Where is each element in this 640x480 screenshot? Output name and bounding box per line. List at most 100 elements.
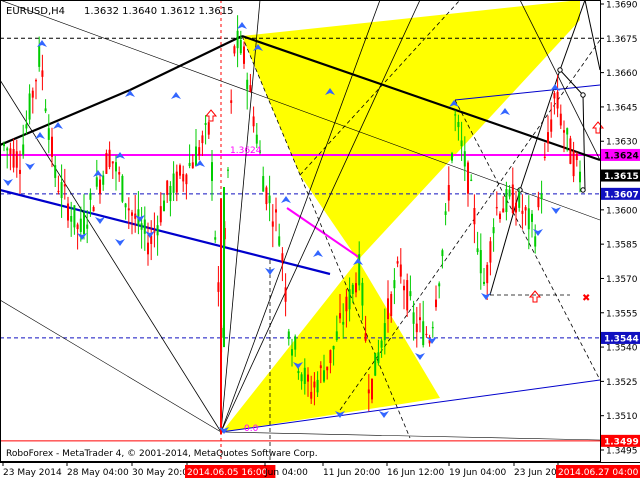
candle-body [460, 140, 463, 147]
candle-body [22, 144, 25, 155]
candle-body [51, 136, 53, 157]
candle-body [390, 294, 393, 317]
candle-body [163, 200, 165, 212]
candle-body [207, 122, 210, 135]
candle-body [566, 128, 569, 135]
candle-body [31, 90, 34, 98]
candle-body [294, 336, 297, 350]
candle-body [441, 250, 444, 257]
chart-window[interactable]: ✖ EURUSD,H4 1.3632 1.3640 1.3612 1.3615 … [0, 0, 640, 480]
candle-body [473, 208, 476, 225]
time-tick-label: 2014.06.05 16:00 [187, 468, 268, 478]
candle-body [127, 208, 130, 211]
candle-body [9, 148, 12, 155]
candle-body [44, 108, 47, 112]
candle-body [403, 285, 405, 291]
price-tick-label: 1.3540 [606, 344, 638, 354]
candle-body [73, 205, 76, 228]
candle-body [515, 202, 517, 213]
candle-body [527, 208, 530, 230]
candle-body [57, 190, 60, 193]
candle-body [505, 189, 508, 213]
candle-body [307, 374, 309, 382]
candle-body [265, 187, 268, 205]
candle-body [374, 353, 377, 376]
candle-body [492, 227, 495, 234]
candle-body [323, 370, 325, 382]
price-tag-label: 1.3607 [604, 190, 639, 200]
candle-body [495, 207, 498, 209]
candle-body [447, 185, 450, 201]
price-tick-label: 1.3645 [606, 103, 638, 113]
candle-body [204, 122, 207, 125]
candle-body [575, 153, 578, 161]
price-chart[interactable]: ✖ EURUSD,H4 1.3632 1.3640 1.3612 1.3615 … [0, 0, 640, 480]
candle-body [275, 209, 277, 213]
zero-level-label: 0.0 [244, 424, 259, 434]
candle-body [412, 312, 415, 324]
time-tick-label: 19 Jun 04:00 [449, 468, 506, 478]
candle-body [508, 189, 511, 197]
candle-body [342, 321, 345, 325]
pattern-point [517, 187, 523, 193]
price-tick-label: 1.3525 [606, 378, 638, 388]
candle-body [278, 236, 281, 246]
candle-body [547, 132, 549, 144]
candle-body [140, 223, 143, 230]
candle-body [92, 207, 95, 212]
candle-body [303, 367, 306, 384]
candle-body [361, 282, 364, 306]
candle-body [188, 162, 191, 167]
candle-body [67, 203, 69, 221]
candle-body [383, 323, 386, 341]
price-tick-label: 1.3660 [606, 69, 638, 79]
candle-body [15, 151, 18, 168]
candle-body [380, 340, 383, 348]
candle-body [169, 185, 172, 202]
candle-body [355, 283, 357, 293]
candle-body [463, 151, 466, 167]
candle-body [156, 225, 159, 236]
candle-body [12, 148, 15, 168]
candle-body [89, 193, 92, 200]
candle-body [387, 298, 389, 320]
time-tick-label: 11 Jun 20:00 [323, 468, 380, 478]
candle-body [409, 291, 412, 297]
candle-body [457, 121, 460, 128]
pattern-point [580, 92, 586, 98]
candle-body [105, 152, 108, 174]
candle-body [297, 371, 300, 374]
pattern-point [580, 187, 586, 193]
candle-body [41, 70, 44, 77]
candle-body [431, 327, 434, 329]
candle-body [70, 215, 73, 222]
candle-body [6, 148, 9, 151]
close-marker-icon: ✖ [582, 293, 590, 304]
candle-body [543, 156, 546, 158]
candle-body [422, 321, 425, 346]
candle-body [198, 147, 201, 156]
price-tag-label: 1.3615 [604, 172, 639, 182]
candle-body [300, 374, 303, 382]
price-tick-label: 1.3555 [606, 309, 638, 319]
candle-body [255, 134, 258, 144]
candle-body [191, 162, 194, 169]
candle-body [396, 261, 399, 264]
candle-body [316, 379, 319, 393]
candle-body [563, 130, 565, 133]
copyright-text: RoboForex - MetaTrader 4, © 2001-2014, M… [6, 449, 318, 459]
candle-body [121, 175, 124, 202]
candle-body [454, 114, 457, 116]
candle-body [284, 287, 287, 302]
price-tick-label: 1.3675 [606, 35, 638, 45]
candle-body [553, 93, 556, 99]
candle-body [166, 180, 169, 195]
time-tick-label: 2014.06.27 04:00 [558, 468, 639, 478]
candle-body [182, 173, 185, 182]
candle-body [243, 46, 245, 64]
candle-body [489, 241, 492, 263]
candle-body [310, 391, 313, 399]
candle-body [236, 30, 239, 49]
price-tag-label: 1.3544 [604, 334, 639, 344]
price-tick-label: 1.3570 [606, 275, 638, 285]
